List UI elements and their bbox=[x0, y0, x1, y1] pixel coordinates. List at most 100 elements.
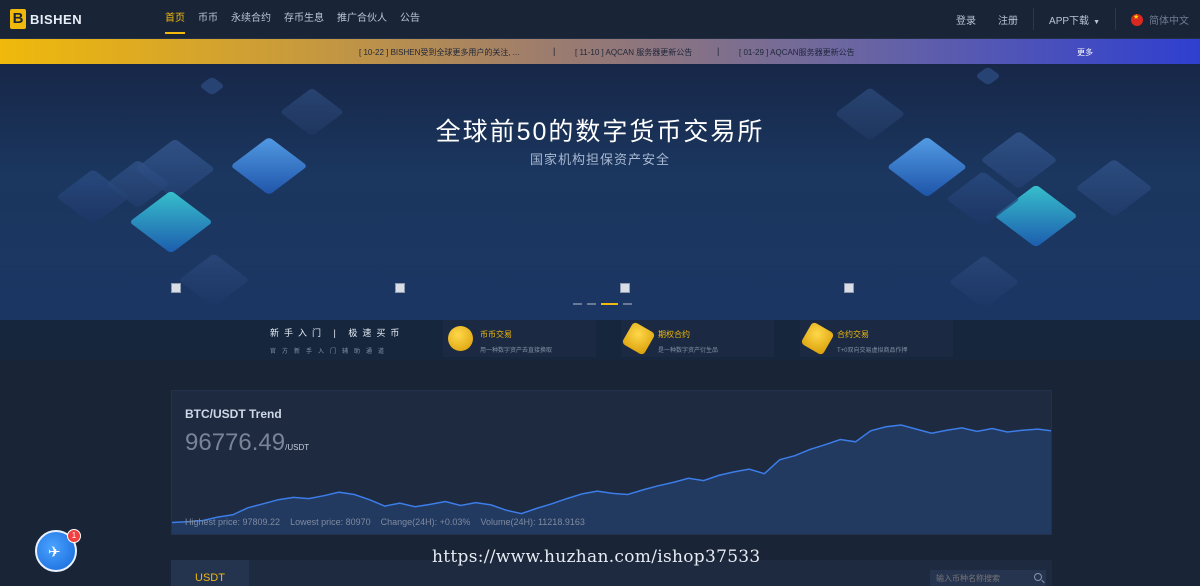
trend-point bbox=[1022, 429, 1024, 431]
nav-divider bbox=[1033, 8, 1035, 30]
trend-point bbox=[839, 438, 841, 441]
register-link[interactable]: 注册 bbox=[987, 12, 1029, 27]
feature-card-contract[interactable]: 合约交易 T+0双向交易虚拟商品作押 bbox=[800, 320, 953, 357]
broken-image-icon[interactable] bbox=[171, 283, 181, 293]
feature-name: 期权合约 bbox=[658, 330, 690, 339]
nav-link-home[interactable]: 首页 bbox=[165, 0, 185, 38]
nav-link-savings[interactable]: 存币生息 bbox=[284, 0, 324, 38]
search-icon[interactable] bbox=[1034, 573, 1042, 581]
trend-point bbox=[748, 468, 750, 470]
carousel-indicators bbox=[573, 303, 632, 305]
carousel-dot[interactable] bbox=[573, 303, 582, 305]
trend-point bbox=[961, 427, 963, 429]
broken-image-icon[interactable] bbox=[620, 283, 630, 293]
feature-desc: 是一种数字资产衍生品 bbox=[658, 348, 719, 354]
trend-point bbox=[262, 503, 264, 505]
notice-item[interactable]: [ 11-10 ] AQCAN 服务器更新公告 bbox=[575, 47, 692, 58]
beginner-guide[interactable]: 新手入门 | 极速买币 官方新手入门辅助通道 bbox=[270, 326, 415, 355]
price-value: 96776.49 bbox=[185, 429, 286, 456]
hero-title: 全球前50的数字货币交易所 bbox=[435, 118, 765, 146]
trend-point bbox=[460, 504, 462, 507]
guide-title: 新手入门 | 极速买币 bbox=[270, 328, 405, 338]
trend-point bbox=[976, 430, 978, 432]
trend-point bbox=[915, 428, 917, 430]
trend-point bbox=[1006, 431, 1009, 433]
main-nav: 首页 币币 永续合约 存币生息 推广合伙人 公告 bbox=[165, 0, 420, 38]
bird-icon: ✈ bbox=[48, 544, 61, 561]
broken-image-icon[interactable] bbox=[395, 283, 405, 293]
hero-subtitle: 国家机构担保资产安全 bbox=[529, 152, 670, 167]
carousel-dot-active[interactable] bbox=[601, 303, 618, 305]
trend-point bbox=[566, 498, 568, 500]
trend-point bbox=[353, 493, 355, 496]
notices-more-link[interactable]: 更多 bbox=[1077, 47, 1093, 58]
trend-point bbox=[718, 474, 720, 476]
trend-point bbox=[672, 481, 674, 483]
nav-divider bbox=[1115, 8, 1116, 30]
nav-link-perpetual[interactable]: 永续合约 bbox=[231, 0, 271, 38]
decorative-cube bbox=[975, 66, 1001, 86]
nav-link-spot[interactable]: 币币 bbox=[198, 0, 218, 38]
trend-point bbox=[444, 500, 446, 503]
trend-chart-svg bbox=[172, 424, 1051, 534]
trend-point bbox=[581, 493, 583, 495]
login-link[interactable]: 登录 bbox=[945, 12, 987, 27]
trend-point bbox=[414, 506, 416, 508]
trend-point bbox=[642, 489, 644, 491]
tab-usdt[interactable]: USDT bbox=[171, 560, 249, 586]
app-download-menu[interactable]: APP下载 ▼ bbox=[1038, 12, 1111, 27]
trend-point bbox=[870, 430, 872, 432]
feature-name: 合约交易 bbox=[837, 330, 869, 339]
account-nav: 登录 注册 APP下载▼ 简体中文 bbox=[945, 0, 1200, 38]
language-label: 简体中文 bbox=[1149, 15, 1189, 27]
guide-subtitle: 官方新手入门辅助通道 bbox=[270, 349, 391, 355]
decorative-cube bbox=[199, 76, 225, 96]
broken-image-icon[interactable] bbox=[844, 283, 854, 293]
carousel-dot[interactable] bbox=[587, 303, 596, 305]
coin-icon bbox=[448, 326, 473, 351]
trend-point bbox=[505, 509, 507, 511]
trend-point bbox=[733, 471, 735, 473]
logo-icon: B bbox=[10, 9, 26, 29]
trend-point bbox=[900, 424, 902, 426]
announcement-bar: [ 10-22 ] BISHEN受到全球更多用户的关注, ... | [ 11-… bbox=[0, 39, 1200, 64]
carousel-dot[interactable] bbox=[623, 303, 632, 305]
feature-name: 币币交易 bbox=[480, 330, 512, 339]
trend-point bbox=[885, 426, 887, 428]
trend-point bbox=[703, 480, 705, 482]
current-price: 96776.49/USDT bbox=[185, 429, 309, 457]
trend-point bbox=[338, 491, 340, 493]
language-selector[interactable]: 简体中文 bbox=[1120, 12, 1200, 27]
hexagon-icon bbox=[621, 321, 656, 356]
nav-link-partner[interactable]: 推广合伙人 bbox=[337, 0, 387, 38]
trend-point bbox=[292, 496, 295, 498]
china-flag-icon bbox=[1131, 13, 1143, 26]
cube-icon bbox=[800, 321, 835, 356]
feature-card-spot[interactable]: 币币交易 用一种数字资产去直接换取 bbox=[443, 320, 596, 357]
notice-item[interactable]: [ 01-29 ] AQCAN服务器更新公告 bbox=[739, 47, 855, 58]
coin-search-input[interactable] bbox=[930, 570, 1046, 586]
nav-link-announcements[interactable]: 公告 bbox=[400, 0, 420, 38]
trend-point bbox=[368, 499, 371, 501]
trend-point bbox=[520, 513, 522, 515]
notice-item[interactable]: [ 10-22 ] BISHEN受到全球更多用户的关注, ... bbox=[359, 47, 519, 58]
trend-point bbox=[611, 492, 614, 494]
trend-point bbox=[809, 448, 811, 450]
chart-stats: Highest price: 97809.22 Lowest price: 80… bbox=[185, 517, 585, 527]
top-navbar: B BISHEN 首页 币币 永续合约 存币生息 推广合伙人 公告 登录 注册 … bbox=[0, 0, 1200, 39]
trend-point bbox=[384, 505, 386, 507]
trend-point bbox=[277, 499, 279, 501]
trend-point bbox=[308, 498, 310, 500]
trend-point bbox=[930, 432, 933, 434]
watermark-text: https://www.huzhan.com/ishop37533 bbox=[432, 547, 761, 567]
feature-card-options[interactable]: 期权合约 是一种数字资产衍生品 bbox=[621, 320, 774, 357]
btc-trend-chart: BTC/USDT Trend 96776.49/USDT Highest pri… bbox=[171, 390, 1052, 535]
logo[interactable]: B BISHEN bbox=[10, 9, 82, 29]
feature-desc: T+0双向交易虚拟商品作押 bbox=[837, 348, 908, 354]
trend-point bbox=[794, 455, 796, 457]
hero-banner[interactable]: 全球前50的数字货币交易所 国家机构担保资产安全 bbox=[0, 64, 1200, 320]
trend-point bbox=[551, 503, 553, 505]
trend-point bbox=[946, 429, 948, 431]
trend-point bbox=[490, 504, 492, 506]
stat-high: Highest price: 97809.22 bbox=[185, 517, 281, 527]
